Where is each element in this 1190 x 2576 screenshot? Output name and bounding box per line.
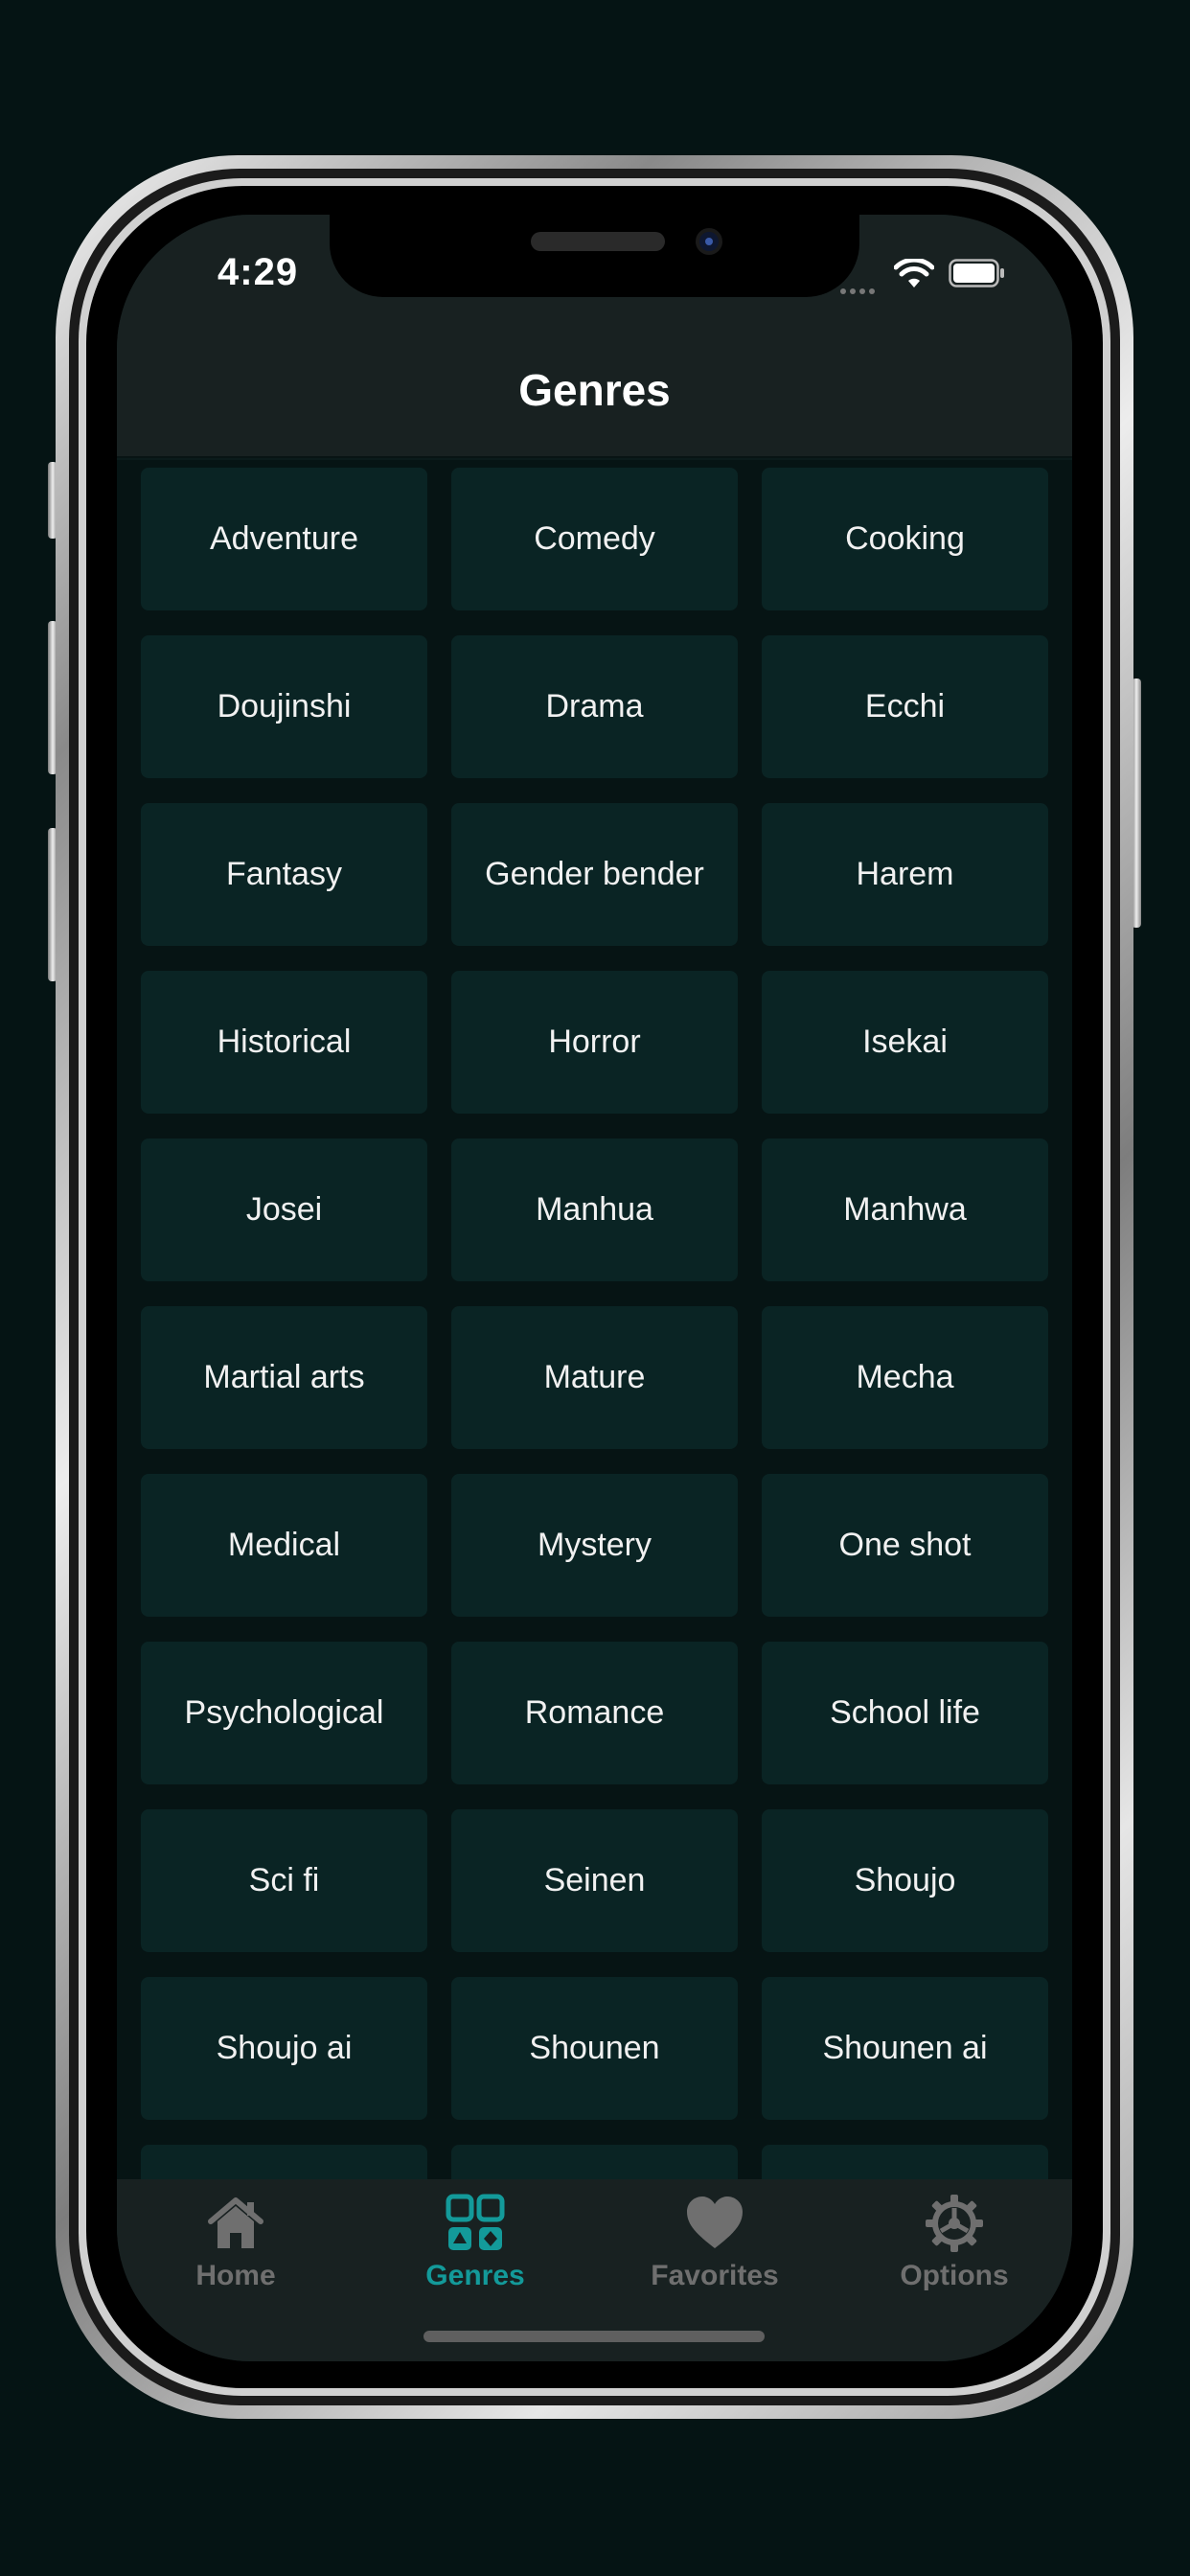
notch — [330, 215, 859, 297]
tab-home[interactable]: Home — [140, 2193, 332, 2292]
genre-tile[interactable]: Shounen ai — [762, 1977, 1048, 2120]
genres-list[interactable]: Adventure Comedy Cooking Doujinshi Drama… — [117, 460, 1072, 2179]
genre-tile[interactable] — [141, 2145, 427, 2179]
wifi-icon — [894, 259, 934, 288]
genre-tile[interactable]: Drama — [451, 635, 738, 778]
genre-tile[interactable] — [762, 2145, 1048, 2179]
battery-icon — [949, 259, 1004, 288]
navigation-bar: Genres — [117, 339, 1072, 458]
genre-tile[interactable]: School life — [762, 1642, 1048, 1784]
genre-tile[interactable]: Gender bender — [451, 803, 738, 946]
genre-tile[interactable]: Manhwa — [762, 1138, 1048, 1281]
app-screen: 4:29 Genres Adventure Comedy Cooking Dou… — [117, 215, 1072, 2361]
heart-icon — [687, 2196, 743, 2248]
grid-icon — [446, 2194, 505, 2250]
tab-home-label: Home — [195, 2260, 276, 2291]
genre-tile[interactable]: Cooking — [762, 468, 1048, 610]
genre-tile[interactable]: Horror — [451, 971, 738, 1114]
tab-favorites[interactable]: Favorites — [619, 2193, 811, 2292]
cellular-signal-icon — [840, 282, 879, 299]
tab-favorites-label: Favorites — [651, 2260, 779, 2291]
genre-tile[interactable]: Manhua — [451, 1138, 738, 1281]
genre-tile[interactable]: Romance — [451, 1642, 738, 1784]
genre-tile[interactable]: Mature — [451, 1306, 738, 1449]
tab-genres-label: Genres — [425, 2260, 525, 2291]
status-time: 4:29 — [217, 251, 299, 293]
status-bar: 4:29 — [117, 215, 1072, 339]
genre-tile[interactable]: Mystery — [451, 1474, 738, 1617]
tab-options-label: Options — [900, 2260, 1009, 2291]
page-title: Genres — [518, 365, 671, 415]
genre-tile[interactable]: Isekai — [762, 971, 1048, 1114]
genre-tile[interactable]: One shot — [762, 1474, 1048, 1617]
genre-tile[interactable]: Josei — [141, 1138, 427, 1281]
genre-tile[interactable]: Shoujo ai — [141, 1977, 427, 2120]
genre-tile[interactable]: Martial arts — [141, 1306, 427, 1449]
genre-tile[interactable]: Harem — [762, 803, 1048, 946]
tab-genres[interactable]: Genres — [379, 2193, 571, 2292]
front-camera — [696, 228, 722, 255]
genre-tile[interactable] — [451, 2145, 738, 2179]
genre-tile[interactable]: Adventure — [141, 468, 427, 610]
genre-tile[interactable]: Fantasy — [141, 803, 427, 946]
genre-tile[interactable]: Seinen — [451, 1809, 738, 1952]
genre-tile[interactable]: Psychological — [141, 1642, 427, 1784]
genre-tile[interactable]: Historical — [141, 971, 427, 1114]
home-indicator — [423, 2331, 765, 2342]
stage: 4:29 Genres Adventure Comedy Cooking Dou… — [0, 0, 1190, 2576]
genre-tile[interactable]: Mecha — [762, 1306, 1048, 1449]
gear-icon — [926, 2195, 983, 2252]
home-icon — [208, 2197, 263, 2248]
earpiece-speaker — [531, 232, 665, 251]
genre-tile[interactable]: Shoujo — [762, 1809, 1048, 1952]
genre-tile[interactable]: Comedy — [451, 468, 738, 610]
genre-tile[interactable]: Ecchi — [762, 635, 1048, 778]
genre-tile[interactable]: Doujinshi — [141, 635, 427, 778]
genre-tile[interactable]: Shounen — [451, 1977, 738, 2120]
tab-options[interactable]: Options — [858, 2193, 1050, 2292]
genre-tile[interactable]: Medical — [141, 1474, 427, 1617]
genre-tile[interactable]: Sci fi — [141, 1809, 427, 1952]
genres-grid: Adventure Comedy Cooking Doujinshi Drama… — [141, 468, 1048, 2179]
